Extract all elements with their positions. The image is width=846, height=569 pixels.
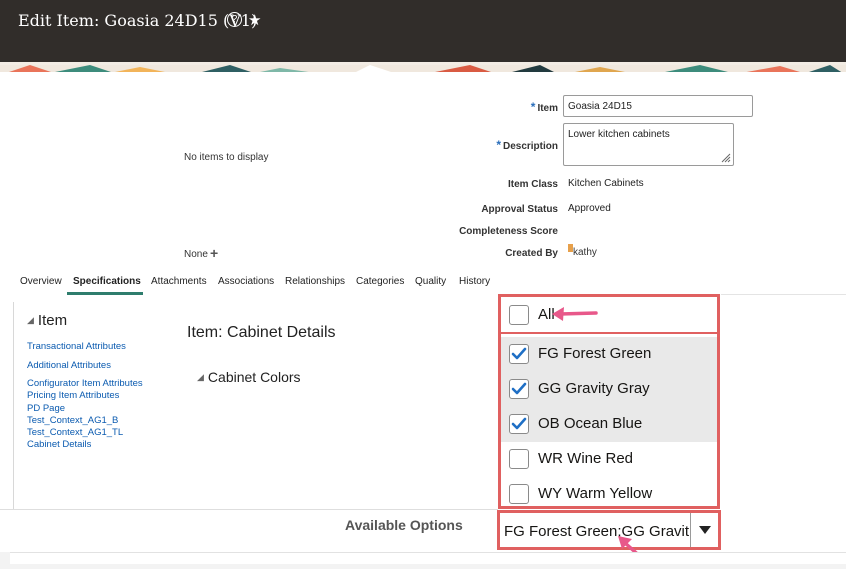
decorative-banner: [0, 62, 846, 72]
description-label: * Description: [496, 138, 558, 152]
divider: [721, 294, 846, 295]
checkbox-unchecked[interactable]: [509, 484, 529, 504]
option-wr-wine-red[interactable]: WR Wine Red: [501, 442, 717, 477]
completeness-score-label: Completeness Score: [459, 226, 558, 237]
nav-link-pricing-item-attributes[interactable]: Pricing Item Attributes: [27, 390, 119, 401]
chevron-down-icon: [699, 526, 711, 534]
tab-associations[interactable]: Associations: [218, 276, 274, 287]
item-field[interactable]: Goasia 24D15: [563, 95, 753, 117]
favorite-star-icon[interactable]: ★: [248, 11, 261, 29]
description-text: Lower kitchen cabinets: [568, 129, 670, 140]
tab-specifications[interactable]: Specifications: [73, 276, 141, 287]
option-fg-forest-green[interactable]: FG Forest Green: [501, 337, 717, 372]
annotation-arrow-icon: [552, 307, 598, 321]
option-all[interactable]: All: [501, 297, 717, 334]
checkbox-checked[interactable]: [509, 414, 529, 434]
option-label: OB Ocean Blue: [538, 415, 643, 432]
active-tab-indicator: [67, 292, 143, 295]
available-options-label: Available Options: [345, 517, 463, 533]
required-indicator: *: [530, 100, 536, 114]
created-by-value[interactable]: kathy: [573, 247, 597, 258]
add-icon[interactable]: +: [210, 246, 218, 260]
option-gg-gravity-gray[interactable]: GG Gravity Gray: [501, 372, 717, 407]
checkmark-icon: [511, 417, 527, 430]
nav-link-cabinet-details[interactable]: Cabinet Details: [27, 439, 91, 450]
multi-select-dropdown: All FG Forest Green GG Gravity Gray OB O…: [498, 294, 720, 509]
description-field[interactable]: Lower kitchen cabinets: [563, 123, 734, 166]
nav-link-additional-attributes[interactable]: Additional Attributes: [27, 360, 111, 371]
page-title: Edit Item: Goasia 24D15 (V1): [18, 11, 258, 30]
nav-link-pd-page[interactable]: PD Page: [27, 403, 65, 414]
approval-status-value: Approved: [568, 203, 611, 214]
item-section-header[interactable]: ◢ Item: [27, 312, 67, 329]
collapse-triangle-icon: ◢: [197, 372, 204, 382]
checkbox-checked[interactable]: [509, 344, 529, 364]
none-label: None: [184, 249, 208, 260]
page-header: Edit Item: Goasia 24D15 (V1) ? ★: [0, 0, 846, 62]
select-value: FG Forest Green;GG Gravit: [504, 523, 690, 540]
created-by-label: Created By: [505, 248, 558, 259]
banner-art: [0, 65, 846, 72]
option-label: WY Warm Yellow: [538, 485, 653, 502]
available-options-select[interactable]: FG Forest Green;GG Gravit: [497, 510, 721, 550]
approval-status-label: Approval Status: [481, 204, 558, 215]
tab-relationships[interactable]: Relationships: [285, 276, 345, 287]
nav-link-test-context-ag1-b[interactable]: Test_Context_AG1_B: [27, 415, 118, 426]
nav-link-transactional-attributes[interactable]: Transactional Attributes: [27, 341, 126, 352]
dropdown-toggle-button[interactable]: [690, 513, 718, 547]
checkbox-all[interactable]: [509, 305, 529, 325]
tab-overview[interactable]: Overview: [20, 276, 62, 287]
resize-grip-icon[interactable]: [721, 153, 731, 163]
item-class-value: Kitchen Cabinets: [568, 178, 644, 189]
nav-link-test-context-ag1-tl[interactable]: Test_Context_AG1_TL: [27, 427, 123, 438]
tab-attachments[interactable]: Attachments: [151, 276, 207, 287]
checkbox-checked[interactable]: [509, 379, 529, 399]
panel-divider: [13, 302, 14, 510]
item-label: * Item: [530, 100, 558, 114]
required-indicator: *: [496, 138, 501, 152]
help-icon[interactable]: ?: [227, 12, 242, 27]
nav-link-configurator-item-attributes[interactable]: Configurator Item Attributes: [27, 378, 143, 389]
option-ob-ocean-blue[interactable]: OB Ocean Blue: [501, 407, 717, 442]
tab-history[interactable]: History: [459, 276, 490, 287]
cabinet-colors-header[interactable]: ◢ Cabinet Colors: [197, 369, 301, 385]
section-title: Item: Cabinet Details: [187, 324, 336, 341]
checkmark-icon: [511, 382, 527, 395]
checkmark-icon: [511, 347, 527, 360]
option-label: FG Forest Green: [538, 345, 652, 362]
checkbox-unchecked[interactable]: [509, 449, 529, 469]
empty-image-message: No items to display: [184, 152, 269, 163]
tab-quality[interactable]: Quality: [415, 276, 446, 287]
option-wy-warm-yellow[interactable]: WY Warm Yellow: [501, 477, 717, 512]
divider: [0, 509, 498, 510]
option-label: WR Wine Red: [538, 450, 634, 467]
tab-categories[interactable]: Categories: [356, 276, 404, 287]
collapse-triangle-icon: ◢: [27, 315, 34, 325]
item-class-label: Item Class: [507, 179, 558, 190]
footer-panel: [10, 552, 846, 564]
option-label: GG Gravity Gray: [538, 380, 650, 397]
